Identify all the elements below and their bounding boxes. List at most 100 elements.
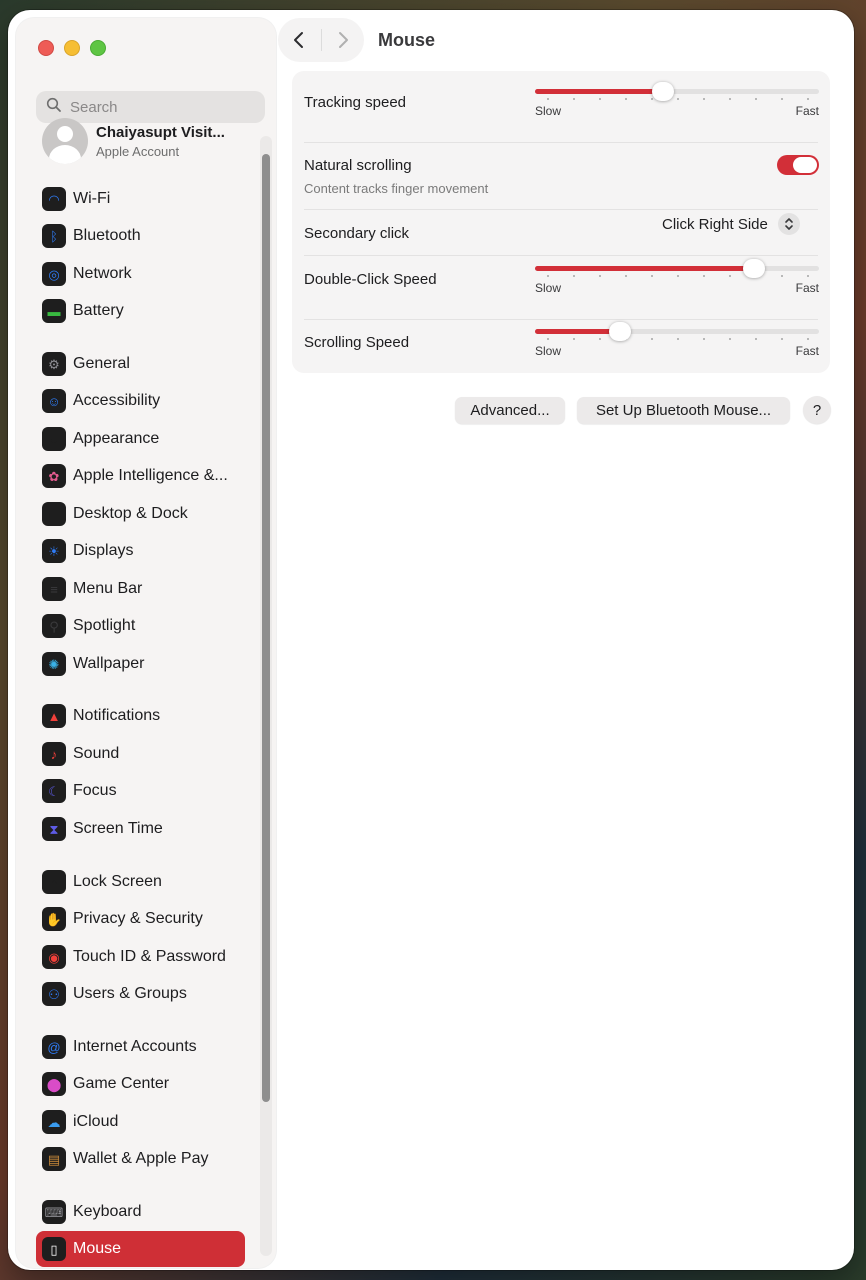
sidebar-item-spotlight[interactable]: ⚲ Spotlight bbox=[36, 608, 245, 644]
sidebar-item-focus[interactable]: ☾ Focus bbox=[36, 773, 245, 809]
double-click-speed-label: Double-Click Speed bbox=[304, 271, 437, 288]
slider-min-label: Slow bbox=[535, 344, 562, 358]
appearance-icon: ◐ bbox=[42, 427, 66, 451]
globe-icon: ◎ bbox=[42, 262, 66, 286]
chevron-up-down-icon bbox=[777, 213, 800, 235]
spotlight-icon: ⚲ bbox=[42, 614, 66, 638]
apple-account-item[interactable]: Chaiyasupt Visit... Apple Account bbox=[42, 118, 252, 164]
bluetooth-icon: ᛒ bbox=[42, 224, 66, 248]
advanced-button[interactable]: Advanced... bbox=[455, 397, 565, 424]
account-name: Chaiyasupt Visit... bbox=[96, 123, 225, 141]
slider-max-label: Fast bbox=[795, 281, 819, 295]
sidebar-item-icloud[interactable]: ☁ iCloud bbox=[36, 1104, 245, 1140]
natural-scrolling-label: Natural scrolling bbox=[304, 157, 412, 174]
sidebar-item-battery[interactable]: ▬ Battery bbox=[36, 293, 245, 329]
lock-icon: ⌂ bbox=[42, 870, 66, 894]
scrolling-speed-label: Scrolling Speed bbox=[304, 334, 410, 351]
page-title: Mouse bbox=[378, 30, 436, 50]
sidebar-item-wallet-apple-pay[interactable]: ▤ Wallet & Apple Pay bbox=[36, 1141, 245, 1177]
sidebar-item-apple-intelligence[interactable]: ✿ Apple Intelligence &... bbox=[36, 458, 245, 494]
natural-scrolling-subtitle: Content tracks finger movement bbox=[304, 181, 489, 196]
sidebar-item-sound[interactable]: ♪ Sound bbox=[36, 736, 245, 772]
sidebar-item-label: Network bbox=[73, 265, 132, 282]
sidebar-item-network[interactable]: ◎ Network bbox=[36, 256, 245, 292]
set-up-bluetooth-mouse-button[interactable]: Set Up Bluetooth Mouse... bbox=[577, 397, 790, 424]
sidebar-scrollbar-thumb[interactable] bbox=[262, 154, 270, 1102]
scrolling-speed-slider[interactable]: Slow Fast bbox=[535, 311, 819, 358]
sidebar-item-wi-fi[interactable]: ◠ Wi-Fi bbox=[36, 181, 245, 217]
sidebar-item-privacy-security[interactable]: ✋ Privacy & Security bbox=[36, 901, 245, 937]
search-icon bbox=[46, 97, 62, 118]
hand-icon: ✋ bbox=[42, 907, 66, 931]
menu-bar-icon: ≡ bbox=[42, 577, 66, 601]
sidebar-item-label: Menu Bar bbox=[73, 580, 143, 597]
bell-icon: ▲ bbox=[42, 704, 66, 728]
mouse-icon: ▯ bbox=[42, 1237, 66, 1261]
sidebar-item-notifications[interactable]: ▲ Notifications bbox=[36, 698, 245, 734]
sidebar-item-label: Apple Intelligence &... bbox=[73, 467, 228, 484]
sidebar-item-label: Privacy & Security bbox=[73, 910, 203, 927]
sidebar-item-wallpaper[interactable]: ✺ Wallpaper bbox=[36, 646, 245, 682]
sidebar-item-label: Battery bbox=[73, 302, 124, 319]
sidebar-item-label: iCloud bbox=[73, 1113, 119, 1130]
at-sign-icon: @ bbox=[42, 1035, 66, 1059]
sidebar-item-accessibility[interactable]: ☺ Accessibility bbox=[36, 383, 245, 419]
sidebar-item-touch-id-password[interactable]: ◉ Touch ID & Password bbox=[36, 939, 245, 975]
zoom-window-button[interactable] bbox=[90, 40, 106, 56]
chevron-left-icon bbox=[294, 32, 304, 48]
close-window-button[interactable] bbox=[38, 40, 54, 56]
secondary-click-popup[interactable]: Click Right Side bbox=[662, 212, 800, 236]
search-placeholder: Search bbox=[70, 98, 118, 116]
slider-knob[interactable] bbox=[652, 82, 674, 101]
sidebar-item-desktop-dock[interactable]: ▭ Desktop & Dock bbox=[36, 496, 245, 532]
tracking-speed-slider[interactable]: Slow Fast bbox=[535, 71, 819, 118]
sidebar-item-users-groups[interactable]: ⚇ Users & Groups bbox=[36, 976, 245, 1012]
keyboard-icon: ⌨ bbox=[42, 1200, 66, 1224]
game-center-icon: ⬤ bbox=[42, 1072, 66, 1096]
help-button[interactable]: ? bbox=[803, 396, 831, 424]
sidebar-item-label: Wi-Fi bbox=[73, 190, 111, 207]
sidebar-item-mouse[interactable]: ▯ Mouse bbox=[36, 1231, 245, 1267]
minimize-window-button[interactable] bbox=[64, 40, 80, 56]
sidebar-item-label: Desktop & Dock bbox=[73, 505, 188, 522]
secondary-click-label: Secondary click bbox=[304, 225, 410, 242]
hourglass-icon: ⧗ bbox=[42, 817, 66, 841]
double-click-speed-slider[interactable]: Slow Fast bbox=[535, 248, 819, 295]
moon-icon: ☾ bbox=[42, 779, 66, 803]
dock-icon: ▭ bbox=[42, 502, 66, 526]
slider-max-label: Fast bbox=[795, 104, 819, 118]
sidebar-item-lock-screen[interactable]: ⌂ Lock Screen bbox=[36, 864, 245, 900]
sidebar-item-label: Wallpaper bbox=[73, 655, 145, 672]
back-button[interactable] bbox=[278, 18, 321, 62]
sidebar-item-screen-time[interactable]: ⧗ Screen Time bbox=[36, 811, 245, 847]
sidebar-item-label: Wallet & Apple Pay bbox=[73, 1150, 209, 1167]
sidebar-item-menu-bar[interactable]: ≡ Menu Bar bbox=[36, 571, 245, 607]
account-subtitle: Apple Account bbox=[96, 143, 180, 159]
sidebar-item-bluetooth[interactable]: ᛒ Bluetooth bbox=[36, 218, 245, 254]
slider-knob[interactable] bbox=[743, 259, 765, 278]
sidebar-item-label: Displays bbox=[73, 542, 134, 559]
display-brightness-icon: ☀ bbox=[42, 539, 66, 563]
forward-button[interactable] bbox=[321, 18, 364, 62]
tracking-speed-label: Tracking speed bbox=[304, 94, 406, 111]
sidebar-item-label: Focus bbox=[73, 782, 117, 799]
sidebar-item-appearance[interactable]: ◐ Appearance bbox=[36, 421, 245, 457]
history-nav bbox=[278, 18, 364, 62]
sidebar-item-label: Users & Groups bbox=[73, 985, 187, 1002]
slider-min-label: Slow bbox=[535, 104, 562, 118]
cloud-icon: ☁ bbox=[42, 1110, 66, 1134]
battery-icon: ▬ bbox=[42, 299, 66, 323]
sidebar-item-label: General bbox=[73, 355, 130, 372]
sidebar-item-internet-accounts[interactable]: @ Internet Accounts bbox=[36, 1029, 245, 1065]
sidebar-item-keyboard[interactable]: ⌨ Keyboard bbox=[36, 1194, 245, 1230]
sidebar-item-label: Notifications bbox=[73, 707, 161, 724]
sidebar-item-label: Spotlight bbox=[73, 617, 136, 634]
wallet-icon: ▤ bbox=[42, 1147, 66, 1171]
apple-intelligence-icon: ✿ bbox=[42, 464, 66, 488]
avatar bbox=[42, 118, 88, 164]
slider-knob[interactable] bbox=[609, 322, 631, 341]
sidebar-item-game-center[interactable]: ⬤ Game Center bbox=[36, 1066, 245, 1102]
sidebar-item-general[interactable]: ⚙ General bbox=[36, 346, 245, 382]
sidebar-item-displays[interactable]: ☀ Displays bbox=[36, 533, 245, 569]
natural-scrolling-toggle[interactable] bbox=[777, 155, 819, 175]
